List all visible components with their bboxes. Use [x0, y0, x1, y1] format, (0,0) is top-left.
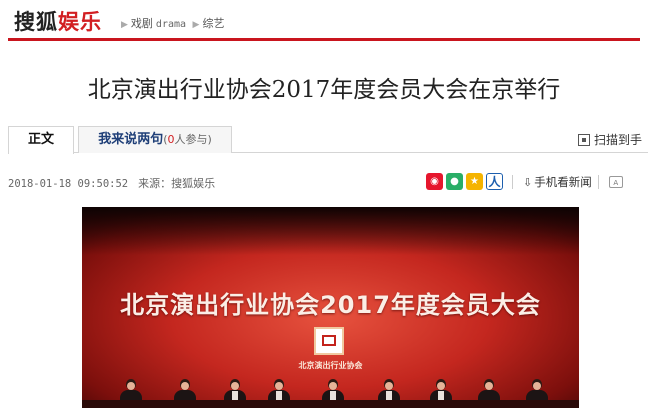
- article-photo: 北京演出行业协会2017年度会员大会 北京演出行业协会: [82, 207, 579, 408]
- site-header: 搜狐娱乐 ▶ 戏剧 drama ▶ 综艺: [0, 0, 648, 41]
- tab-article-body[interactable]: 正文: [8, 126, 74, 154]
- renren-icon[interactable]: 人: [486, 173, 503, 190]
- weibo-icon[interactable]: ◉: [426, 173, 443, 190]
- photo-association-label: 北京演出行业协会: [298, 361, 363, 370]
- tab-comments-label: 我来说两句: [98, 132, 164, 147]
- comments-count-number: 0: [167, 133, 175, 146]
- article-title: 北京演出行业协会2017年度会员大会在京举行: [87, 77, 561, 103]
- font-size-icon[interactable]: A: [608, 175, 623, 188]
- breadcrumb-separator-icon: ▶: [121, 20, 128, 30]
- scan-label: 扫描到手: [594, 133, 643, 147]
- qzone-icon[interactable]: ★: [466, 173, 483, 190]
- toolbar-divider: [512, 174, 513, 189]
- comments-count: (0人参与): [163, 133, 212, 146]
- tab-comments[interactable]: 我来说两句(0人参与): [78, 126, 232, 153]
- logo-text-sohu: 搜狐: [14, 10, 58, 34]
- mobile-icon: ⇩: [523, 175, 533, 189]
- article-meta: 2018-01-18 09:50:52 来源：搜狐娱乐: [8, 175, 215, 191]
- photo-ceiling-shadow: [82, 207, 579, 255]
- breadcrumb-variety-link[interactable]: 综艺: [202, 17, 224, 30]
- wechat-icon[interactable]: ●: [446, 173, 463, 190]
- association-emblem-icon: [314, 327, 344, 355]
- breadcrumb-drama-en[interactable]: drama: [156, 19, 186, 30]
- scan-to-phone-button[interactable]: 扫描到手: [578, 131, 642, 148]
- toolbar-divider: [597, 174, 599, 189]
- qr-scan-icon: [578, 134, 590, 146]
- sohu-entertainment-logo[interactable]: 搜狐娱乐: [14, 6, 102, 36]
- share-toolbar: ◉ ● ★ 人 ⇩ 手机看新闻 A: [426, 171, 623, 191]
- breadcrumb-separator-icon: ▶: [192, 20, 200, 30]
- mobile-news-label: 手机看新闻: [534, 174, 592, 189]
- breadcrumb-drama-link[interactable]: 戏剧: [131, 17, 153, 30]
- breadcrumb: ▶ 戏剧 drama ▶ 综艺: [118, 15, 224, 31]
- photo-banner-text: 北京演出行业协会2017年度会员大会: [120, 291, 541, 319]
- publish-date: 2018-01-18 09:50:52: [8, 178, 129, 190]
- comments-count-suffix: 人参与: [174, 133, 208, 146]
- logo-text-yule: 娱乐: [58, 10, 102, 34]
- mobile-news-link[interactable]: ⇩ 手机看新闻: [523, 174, 592, 190]
- article-source: 来源：搜狐娱乐: [138, 177, 216, 190]
- comments-count-close: ): [207, 133, 212, 146]
- photo-stage-table: [82, 400, 579, 408]
- header-divider: [8, 38, 640, 41]
